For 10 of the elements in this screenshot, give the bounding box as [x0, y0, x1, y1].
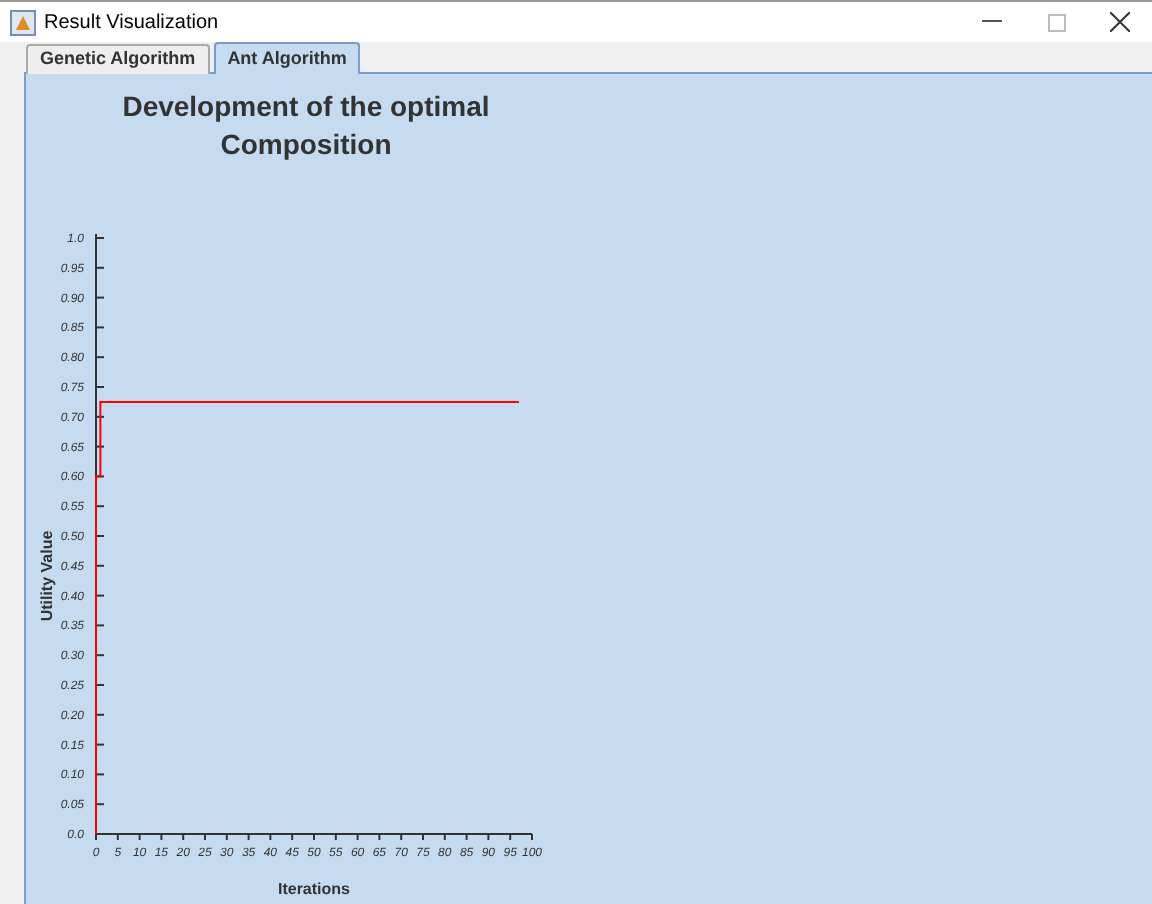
tab[interactable]: Ant Algorithm	[213, 42, 361, 74]
chart-title: Development of the optimal Composition	[120, 88, 492, 164]
app-icon	[10, 9, 36, 35]
minimize-icon	[982, 20, 1002, 24]
maximize-icon	[1047, 13, 1065, 31]
x-axis-label: Iterations	[278, 880, 350, 898]
tab[interactable]: Genetic Algorithm	[26, 44, 210, 74]
close-icon	[1110, 12, 1130, 32]
window-title: Result Visualization	[44, 9, 219, 37]
y-axis-label: Utility Value	[38, 530, 56, 622]
